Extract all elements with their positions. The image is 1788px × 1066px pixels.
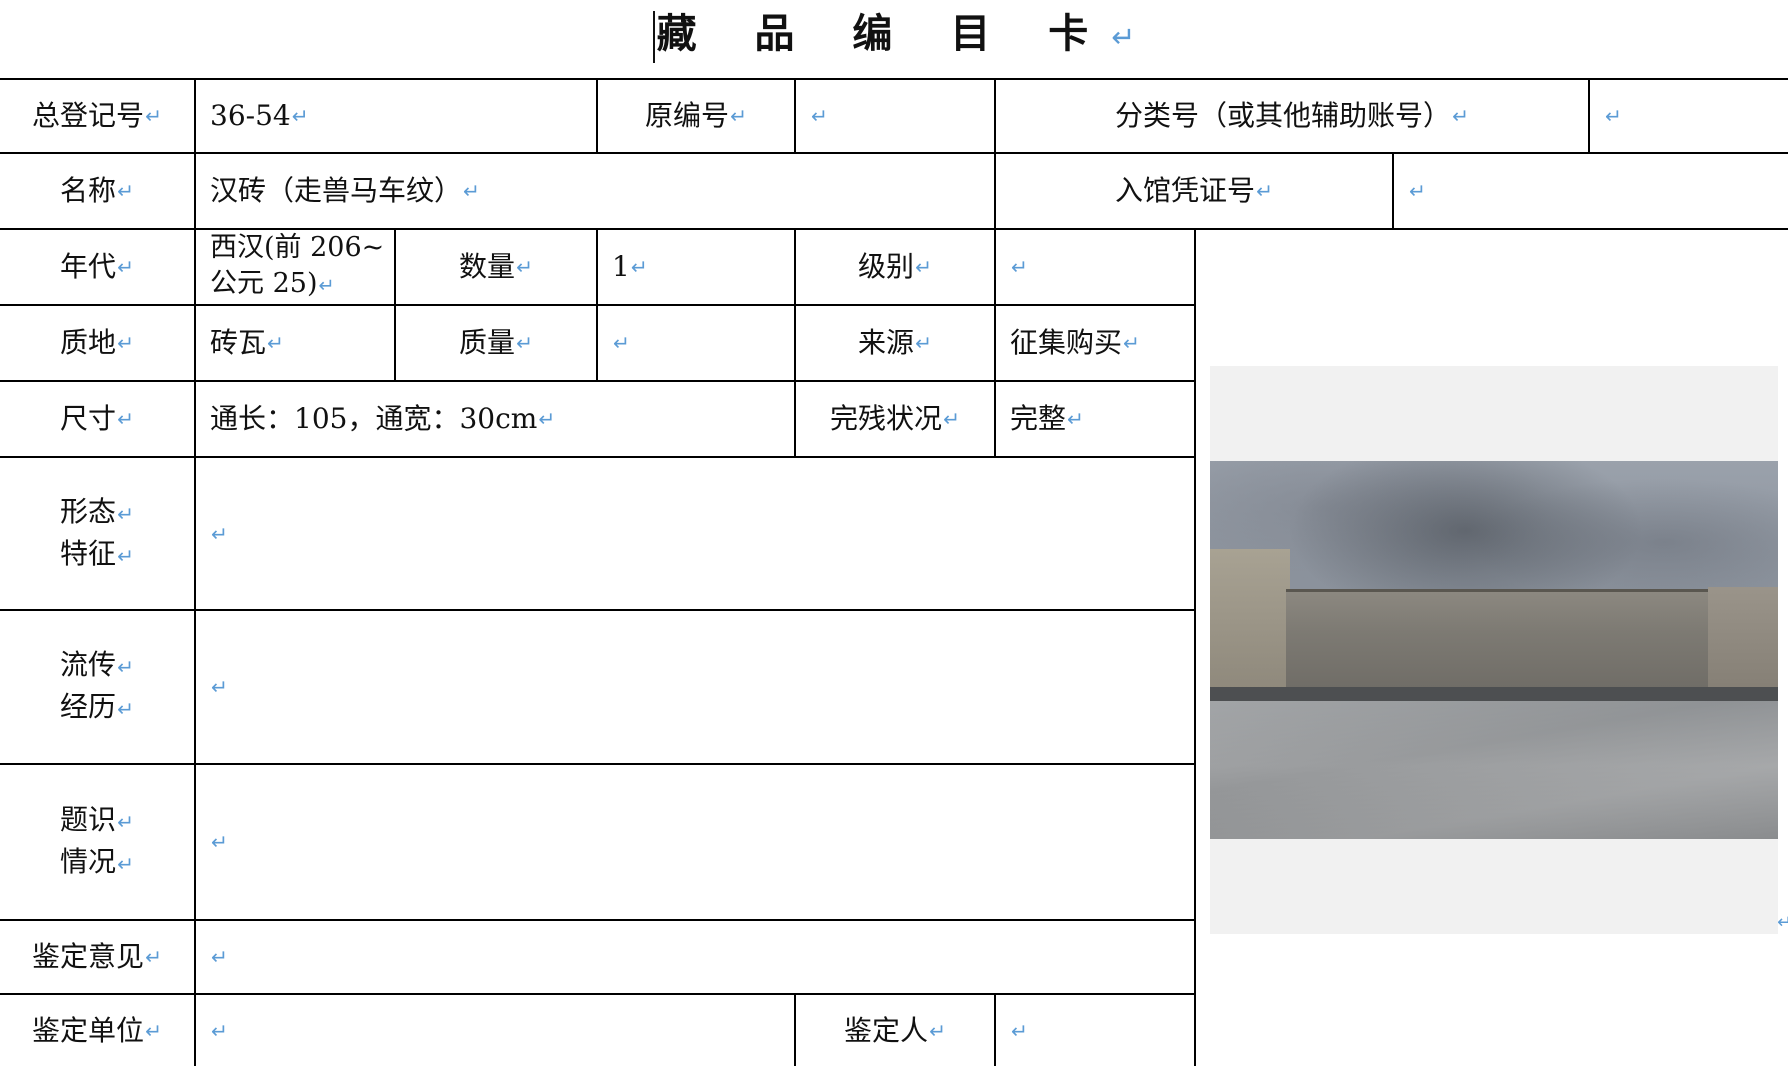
voucher-label: 入馆凭证号 ↵ — [996, 154, 1392, 228]
paragraph-mark-icon: ↵ — [730, 104, 747, 128]
paragraph-mark-icon: ↵ — [613, 331, 630, 355]
appraisal-opinion-label: 鉴定意见 ↵ — [0, 921, 194, 993]
orig-number-label: 原编号 ↵ — [598, 80, 794, 152]
condition-value[interactable]: 完整 ↵ — [996, 382, 1194, 456]
paragraph-mark-icon: ↵ — [463, 179, 480, 203]
paragraph-mark-icon: ↵ — [117, 501, 134, 526]
voucher-value[interactable]: ↵ — [1394, 154, 1788, 228]
photo-shadow — [1210, 687, 1778, 701]
material-label: 质地 ↵ — [0, 306, 194, 380]
orig-number-value[interactable]: ↵ — [796, 80, 994, 152]
paragraph-mark-icon: ↵ — [117, 697, 134, 721]
paragraph-mark-icon: ↵ — [117, 331, 134, 355]
paragraph-mark-icon: ↵ — [117, 543, 134, 568]
paragraph-mark-icon: ↵ — [145, 104, 162, 128]
photo-floor — [1210, 693, 1778, 839]
total-reg-label: 总登记号 ↵ — [0, 80, 194, 152]
table-border — [1194, 228, 1196, 1066]
paragraph-mark-icon: ↵ — [943, 407, 960, 431]
paragraph-mark-icon: ↵ — [516, 331, 533, 355]
name-value[interactable]: 汉砖（走兽马车纹） ↵ — [196, 154, 994, 228]
paragraph-mark-icon: ↵ — [318, 274, 335, 297]
source-label: 来源 ↵ — [796, 306, 994, 380]
paragraph-mark-icon: ↵ — [117, 179, 134, 203]
paragraph-mark-icon: ↵ — [1011, 1018, 1028, 1043]
appraiser-label: 鉴定人 ↵ — [796, 995, 994, 1066]
inscription-value[interactable]: ↵ — [196, 765, 1194, 919]
paragraph-mark-icon: ↵ — [929, 1018, 946, 1043]
paragraph-mark-icon: ↵ — [1777, 912, 1788, 933]
features-label: 形态↵ 特征↵ — [60, 494, 134, 570]
class-number-value[interactable]: ↵ — [1590, 80, 1788, 152]
source-value[interactable]: 征集购买 ↵ — [996, 306, 1194, 380]
paragraph-mark-icon: ↵ — [117, 407, 134, 431]
condition-label: 完残状况 ↵ — [796, 382, 994, 456]
paragraph-mark-icon: ↵ — [1605, 104, 1622, 128]
appraiser-value[interactable]: ↵ — [996, 995, 1194, 1066]
era-label: 年代 ↵ — [0, 230, 194, 304]
mass-value[interactable]: ↵ — [598, 306, 794, 380]
provenance-label: 流传↵ 经历↵ — [60, 648, 134, 723]
quantity-value[interactable]: 1 ↵ — [598, 230, 794, 304]
brick-photo-icon[interactable] — [1210, 461, 1778, 839]
appraisal-opinion-value[interactable]: ↵ — [196, 921, 1194, 993]
class-number-label: 分类号（或其他辅助账号） ↵ — [996, 80, 1588, 152]
size-label: 尺寸 ↵ — [0, 382, 194, 456]
paragraph-mark-icon: ↵ — [211, 945, 228, 969]
paragraph-mark-icon: ↵ — [1123, 331, 1140, 355]
paragraph-mark-icon: ↵ — [1067, 407, 1084, 431]
appraisal-unit-label: 鉴定单位 ↵ — [0, 995, 194, 1066]
paragraph-mark-icon: ↵ — [117, 810, 134, 834]
card-title-text: 藏 品 编 目 卡 — [656, 10, 1111, 57]
photo-brick-right — [1708, 587, 1778, 691]
paragraph-mark-icon: ↵ — [538, 407, 556, 431]
paragraph-mark-icon: ↵ — [1409, 179, 1426, 203]
appraisal-unit-value[interactable]: ↵ — [196, 995, 794, 1066]
paragraph-mark-icon: ↵ — [811, 104, 828, 128]
paragraph-mark-icon: ↵ — [1452, 104, 1469, 128]
grade-label: 级别 ↵ — [796, 230, 994, 304]
era-value[interactable]: 西汉(前 206~ 公元 25)↵ — [196, 230, 394, 304]
photo-brick-left — [1210, 549, 1290, 689]
card-title: 藏 品 编 目 卡↵ — [0, 6, 1788, 65]
paragraph-mark-icon: ↵ — [1111, 20, 1136, 54]
paragraph-mark-icon: ↵ — [117, 655, 134, 679]
paragraph-mark-icon: ↵ — [630, 255, 648, 279]
mass-label: 质量 ↵ — [396, 306, 596, 380]
grade-value[interactable]: ↵ — [996, 230, 1194, 304]
paragraph-mark-icon: ↵ — [211, 675, 228, 699]
paragraph-mark-icon: ↵ — [211, 521, 228, 546]
paragraph-mark-icon: ↵ — [145, 945, 162, 969]
material-value[interactable]: 砖瓦 ↵ — [196, 306, 394, 380]
paragraph-mark-icon: ↵ — [117, 255, 134, 279]
paragraph-mark-icon: ↵ — [145, 1018, 162, 1043]
text-cursor — [652, 11, 655, 63]
features-value[interactable]: ↵ — [196, 458, 1194, 609]
paragraph-mark-icon: ↵ — [915, 255, 932, 279]
paragraph-mark-icon: ↵ — [267, 331, 284, 355]
paragraph-mark-icon: ↵ — [211, 1018, 228, 1043]
quantity-label: 数量 ↵ — [396, 230, 596, 304]
paragraph-mark-icon: ↵ — [516, 255, 533, 279]
total-reg-value[interactable]: 36-54 ↵ — [196, 80, 596, 152]
name-label: 名称 ↵ — [0, 154, 194, 228]
paragraph-mark-icon: ↵ — [915, 331, 932, 355]
paragraph-mark-icon: ↵ — [291, 104, 309, 128]
paragraph-mark-icon: ↵ — [1256, 179, 1273, 203]
provenance-value[interactable]: ↵ — [196, 611, 1194, 763]
size-value[interactable]: 通长：105，通宽：30cm ↵ — [196, 382, 794, 456]
paragraph-mark-icon: ↵ — [211, 830, 228, 854]
inscription-label: 题识↵ 情况↵ — [60, 803, 134, 878]
photo-brick-main — [1286, 589, 1714, 692]
paragraph-mark-icon: ↵ — [1011, 255, 1028, 279]
paragraph-mark-icon: ↵ — [117, 852, 134, 876]
